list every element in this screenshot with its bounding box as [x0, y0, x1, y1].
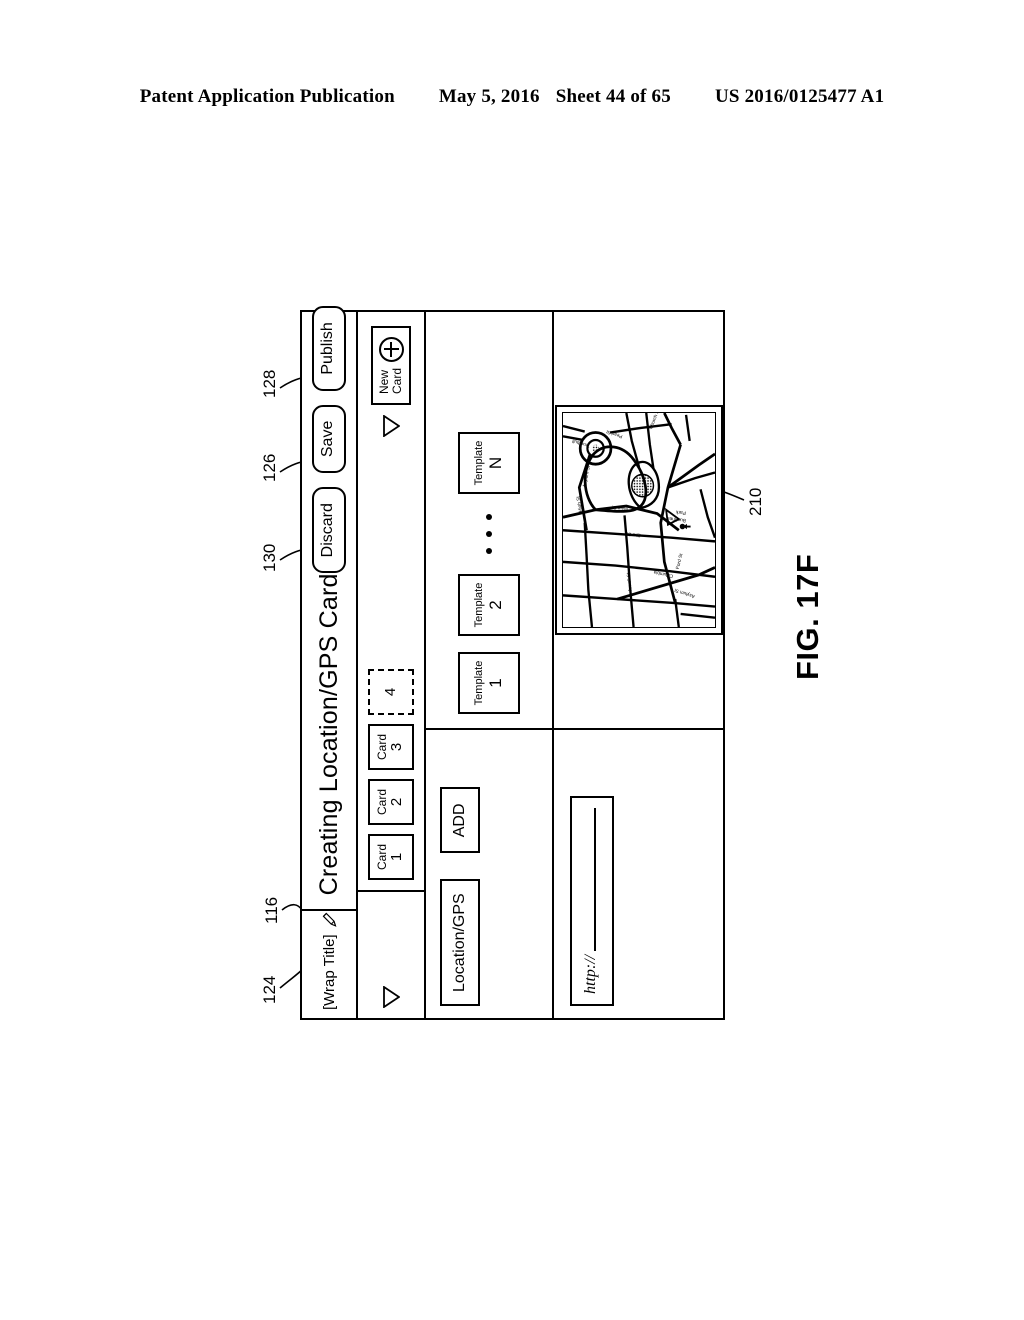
- card-thumbnail-3-number: 3: [388, 742, 406, 752]
- template-1[interactable]: Template 1: [458, 652, 520, 714]
- header-sheet-text: Sheet 44 of 65: [555, 86, 671, 107]
- map-graphic: High St Asylum St Trumbull Jewell St Mai…: [562, 413, 715, 627]
- wrap-title-placeholder-text: [Wrap Title]: [320, 934, 338, 1010]
- add-button[interactable]: ADD: [440, 787, 480, 854]
- url-input[interactable]: http://: [570, 796, 614, 1006]
- toolbar: Discard Save Publish: [312, 290, 346, 574]
- card-thumbnail-1-number: 1: [388, 852, 406, 862]
- card-thumbnail-2-number: 2: [388, 797, 406, 807]
- triangle-pointer-left-icon: [382, 986, 400, 1008]
- pencil-icon[interactable]: [321, 911, 338, 928]
- template-2-label: Template: [472, 582, 485, 628]
- card-type-label: Location/GPS: [440, 879, 480, 1006]
- patent-page-header: Patent Application Publication May 5, 201…: [0, 86, 1024, 108]
- ref-128: 128: [260, 369, 279, 398]
- ellipsis-dot-1: [486, 548, 492, 554]
- url-input-rule: [594, 808, 596, 951]
- save-button[interactable]: Save: [312, 404, 346, 474]
- ref-124: 124: [260, 975, 279, 1004]
- header-publication-text: Patent Application Publication: [139, 86, 395, 107]
- url-protocol-text: http://: [582, 954, 599, 994]
- card-preview-stage: High St Asylum St Trumbull Jewell St Mai…: [554, 312, 723, 728]
- plus-circle-icon[interactable]: [378, 337, 404, 362]
- title-bar: [Wrap Title] Creating Location/GPS Card …: [302, 306, 358, 1018]
- card-thumbnail-2[interactable]: Card 2: [368, 779, 414, 825]
- window-body: Location/GPS ADD http:// Template 1 Temp…: [426, 312, 723, 1018]
- card-thumbnails: Card 1 Card 2 Card 3 4: [368, 437, 414, 890]
- template-n-number: N: [485, 456, 505, 470]
- card-thumbnail-1[interactable]: Card 1: [368, 834, 414, 880]
- template-1-number: 1: [485, 678, 505, 688]
- map-park-label-2: Park: [675, 508, 686, 515]
- ref-116: 116: [262, 896, 281, 924]
- template-2-number: 2: [485, 600, 505, 610]
- template-gallery: Template 1 Template 2 Template N: [426, 312, 554, 728]
- figure-caption: FIG. 17F: [790, 553, 825, 680]
- card-strip-left-marker: [358, 890, 424, 1018]
- header-date-text: May 5, 2016: [438, 86, 540, 107]
- card-thumbnail-4-number: 4: [381, 687, 399, 697]
- app-window: [Wrap Title] Creating Location/GPS Card …: [300, 306, 725, 1020]
- template-n[interactable]: Template N: [458, 432, 520, 494]
- discard-button[interactable]: Discard: [312, 487, 346, 574]
- preview-panel: Template 1 Template 2 Template N High St…: [426, 312, 723, 728]
- ellipsis-dot-3: [486, 514, 492, 520]
- new-card-button[interactable]: New Card: [371, 326, 411, 406]
- ellipsis-dot-2: [486, 531, 492, 537]
- map-preview-frame: High St Asylum St Trumbull Jewell St Mai…: [554, 405, 723, 635]
- header-publication-number: US 2016/0125477 A1: [714, 86, 885, 107]
- card-thumbnail-4-new[interactable]: 4: [368, 669, 414, 715]
- page-title: Creating Location/GPS Card: [314, 573, 343, 896]
- patent-figure: 124 116 130 126 128 131 134 210 140 119 …: [252, 260, 772, 1060]
- wrap-title-field[interactable]: [Wrap Title]: [302, 909, 356, 1018]
- template-n-label: Template: [472, 440, 485, 486]
- template-ellipsis: [486, 514, 492, 554]
- map-canvas[interactable]: High St Asylum St Trumbull Jewell St Mai…: [561, 412, 716, 628]
- card-type-row: Location/GPS ADD: [426, 730, 554, 1018]
- triangle-pointer-right-icon: [382, 415, 400, 438]
- publish-button[interactable]: Publish: [312, 306, 346, 391]
- card-strip-right: New Card: [371, 312, 411, 438]
- card-content-area: http://: [554, 730, 723, 1018]
- ref-126: 126: [260, 453, 279, 482]
- card-editor-panel: Location/GPS ADD http://: [426, 728, 723, 1018]
- card-thumbnail-3[interactable]: Card 3: [368, 724, 414, 770]
- new-card-label-line2: Card: [390, 368, 404, 395]
- card-strip: Card 1 Card 2 Card 3 4 New Card: [358, 312, 426, 1018]
- ref-210: 210: [746, 487, 765, 516]
- template-1-label: Template: [472, 660, 485, 706]
- new-card-button-label: New Card: [377, 368, 404, 395]
- template-2[interactable]: Template 2: [458, 574, 520, 636]
- ref-130: 130: [260, 543, 279, 572]
